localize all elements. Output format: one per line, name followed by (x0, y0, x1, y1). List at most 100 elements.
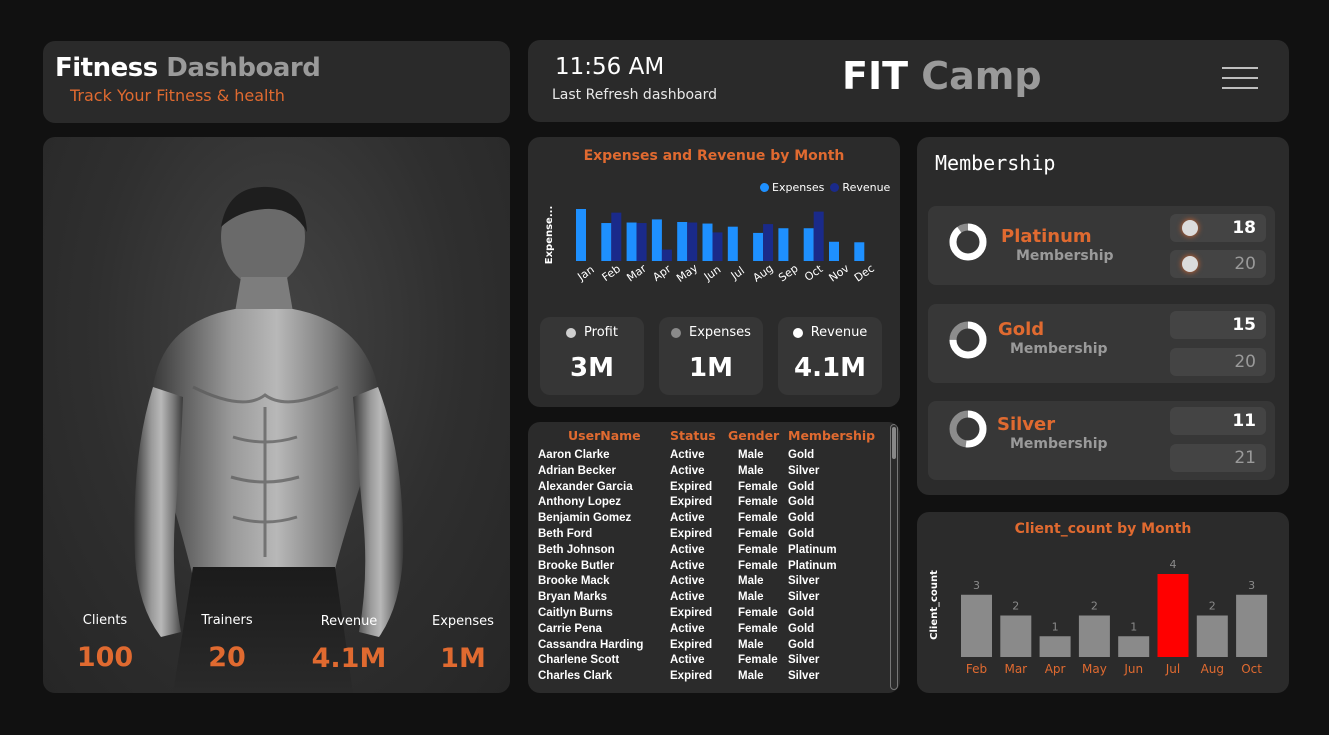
tier-sub: Membership (1016, 248, 1114, 264)
x-tick-label: Jun (1123, 662, 1143, 676)
bar-expenses-jan (576, 209, 586, 261)
legend-item-expenses[interactable]: Expenses (760, 181, 824, 194)
table-row[interactable]: Brooke Butler Active Female Platinum (538, 559, 888, 575)
y-axis-label: Client_count (929, 570, 940, 640)
table-row[interactable]: Charles Clark Expired Male Silver (538, 669, 888, 685)
stat-label: Profit (584, 325, 618, 340)
scrollbar-thumb[interactable] (892, 427, 896, 459)
table-row[interactable]: Aaron Clarke Active Male Gold (538, 448, 888, 464)
toggle-icon[interactable] (1182, 220, 1198, 236)
bar-expenses-aug (753, 232, 764, 261)
table-cell: Silver (788, 670, 820, 683)
x-tick-label: Jun (701, 263, 723, 284)
table-cell: Caitlyn Burns (538, 606, 613, 619)
table-row[interactable]: Benjamin Gomez Active Female Gold (538, 511, 888, 527)
table-cell: Active (670, 449, 705, 461)
table-cell: Gold (788, 527, 815, 540)
bar-mar (1000, 615, 1032, 657)
table-row[interactable]: Caitlyn Burns Expired Female Gold (538, 606, 888, 622)
bar-expenses-apr (651, 219, 662, 261)
table-cell: Female (738, 496, 778, 509)
tier-name: Gold (998, 319, 1045, 340)
brand-camp: Camp (921, 54, 1042, 98)
bar-revenue-apr (661, 249, 672, 261)
kpi-clients: Clients 100 (73, 613, 137, 673)
kpi-value: 1M (440, 643, 486, 674)
data-label: 4 (1170, 558, 1177, 571)
table-row[interactable]: Alexander Garcia Expired Female Gold (538, 480, 888, 496)
silver-donut-icon (949, 410, 987, 448)
table-cell: Adrian Becker (538, 464, 616, 477)
table-cell: Brooke Butler (538, 559, 615, 572)
athlete-image (134, 186, 404, 693)
tier-sub: Membership (1010, 436, 1108, 452)
table-cell: Female (738, 606, 778, 619)
dashboard-title: Fitness Dashboard (55, 53, 321, 83)
legend-label: Revenue (842, 181, 891, 194)
profit-dot-icon (566, 327, 577, 338)
bar-expenses-jun (702, 223, 713, 261)
bar-apr (1039, 636, 1071, 657)
title-fitness: Fitness (55, 53, 158, 83)
toggle-icon[interactable] (1182, 256, 1198, 272)
table-cell: Active (670, 464, 705, 477)
tier-target: 20 (1170, 348, 1266, 376)
table-row[interactable]: Charlene Scott Active Female Silver (538, 653, 888, 669)
kpi-label: Trainers (201, 613, 253, 628)
x-tick-label: Dec (852, 262, 877, 285)
table-cell: Platinum (788, 559, 837, 572)
bar-expenses-may (677, 222, 688, 261)
table-row[interactable]: Beth Johnson Active Female Platinum (538, 543, 888, 559)
tier-current-value: 15 (1232, 315, 1256, 335)
table-cell: Active (670, 575, 705, 588)
kpi-expenses: Expenses 1M (429, 614, 497, 674)
table-cell: Male (738, 449, 764, 461)
refresh-time: 11:56 AM (555, 54, 665, 80)
table-cell: Bryan Marks (538, 591, 608, 604)
table-scrollbar[interactable] (890, 424, 898, 690)
table-cell: Silver (788, 464, 820, 477)
col-username[interactable]: UserName (538, 426, 670, 448)
col-gender[interactable]: Gender (728, 426, 788, 448)
expenses-revenue-card: Expense... Jan Feb Mar Apr May Jun Jul Aug Sep Oct… (528, 137, 900, 407)
table-row[interactable]: Cassandra Harding Expired Male Gold (538, 638, 888, 654)
table-row[interactable]: Carrie Pena Active Female Gold (538, 622, 888, 638)
tier-name: Silver (997, 414, 1056, 435)
bar-expenses-sep (778, 228, 789, 261)
chart-legend: Expenses Revenue (760, 181, 890, 194)
x-tick-label: Jul (1165, 662, 1180, 676)
bar-expenses-dec (854, 242, 865, 261)
x-tick-label: Apr (1045, 662, 1066, 676)
table-cell: Female (738, 622, 778, 635)
table-row[interactable]: Bryan Marks Active Male Silver (538, 590, 888, 606)
table-cell: Expired (670, 527, 713, 540)
client-count-chart: Client_count 3 Feb 2 Mar 1 Apr 2 May 1 Jun 4 Jul 2 Aug… (929, 558, 1268, 676)
table-cell: Cassandra Harding (538, 638, 644, 651)
title-dashboard: Dashboard (166, 53, 321, 83)
col-status[interactable]: Status (670, 426, 728, 448)
tier-sub: Membership (1010, 341, 1108, 357)
table-cell: Beth Ford (538, 527, 593, 540)
table-cell: Female (738, 543, 778, 556)
legend-item-revenue[interactable]: Revenue (830, 181, 890, 194)
x-tick-label: Feb (600, 262, 623, 284)
kpi-label: Clients (82, 613, 128, 628)
expenses-dot-icon (671, 327, 682, 338)
hamburger-menu-icon[interactable] (1222, 67, 1258, 91)
kpi-label: Revenue (320, 614, 378, 629)
table-row[interactable]: Anthony Lopez Expired Female Gold (538, 495, 888, 511)
membership-gold: Gold Membership 15 20 (928, 304, 1275, 383)
table-row[interactable]: Brooke Mack Active Male Silver (538, 574, 888, 590)
kpi-value: 20 (208, 642, 246, 673)
dashboard-subtitle: Track Your Fitness & health (70, 86, 285, 105)
col-membership[interactable]: Membership (788, 426, 888, 448)
data-label: 1 (1130, 620, 1137, 633)
y-axis-label: Expense... (544, 206, 555, 264)
members-table: UserName Status Gender Membership Aaron … (538, 426, 888, 685)
legend-dot-icon (760, 183, 769, 192)
table-row[interactable]: Adrian Becker Active Male Silver (538, 464, 888, 480)
table-cell: Female (738, 480, 778, 493)
kpi-label: Expenses (432, 614, 494, 629)
table-row[interactable]: Beth Ford Expired Female Gold (538, 527, 888, 543)
chart-title: Client_count by Month (1014, 521, 1192, 537)
